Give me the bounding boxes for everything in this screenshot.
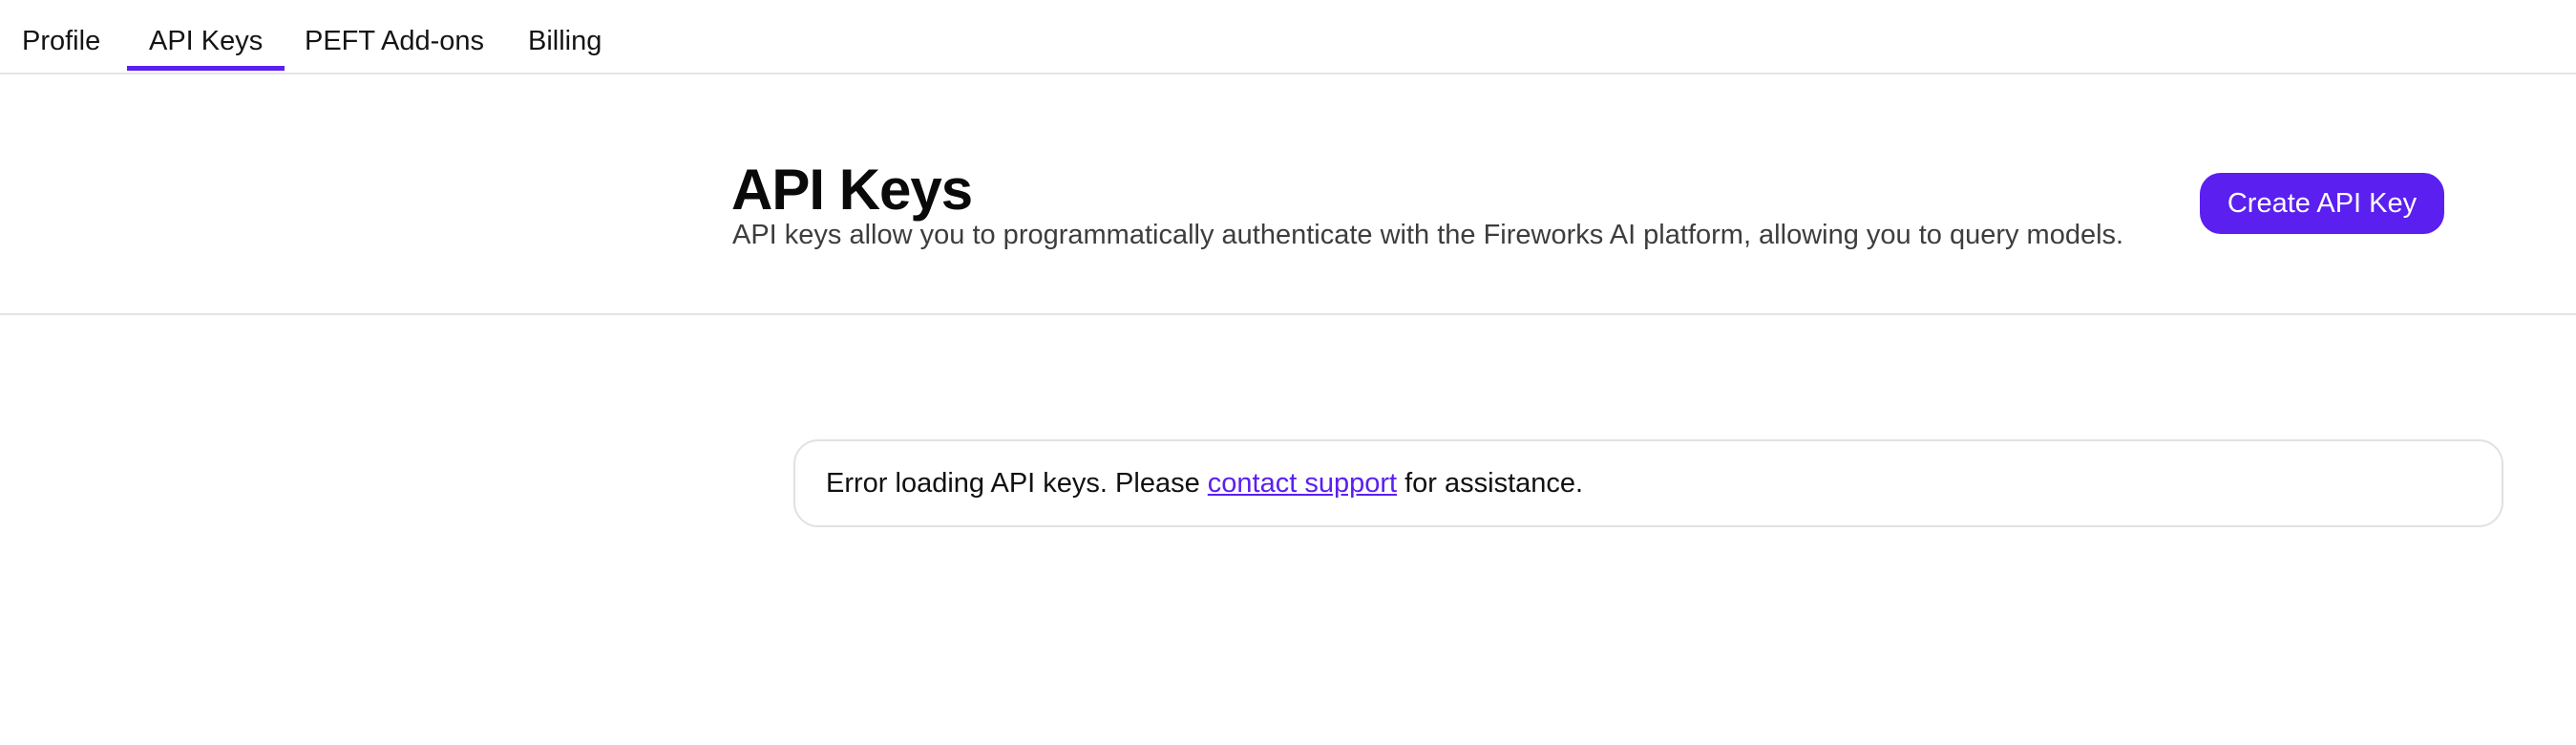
error-prefix: Error loading API keys. Please — [826, 468, 1208, 499]
tab-profile[interactable]: Profile — [0, 21, 122, 71]
tab-api-keys[interactable]: API Keys — [127, 21, 285, 71]
tab-label: Billing — [528, 26, 602, 56]
page-header: API Keys API keys allow you to programma… — [0, 74, 2576, 315]
create-api-key-button[interactable]: Create API Key — [2200, 173, 2444, 234]
contact-support-link[interactable]: contact support — [1208, 468, 1397, 499]
page-description: API keys allow you to programmatically a… — [732, 220, 2124, 250]
error-suffix: for assistance. — [1397, 468, 1584, 499]
tab-label: Profile — [22, 26, 101, 56]
error-message: Error loading API keys. Please contact s… — [826, 464, 1583, 502]
tab-billing[interactable]: Billing — [506, 21, 623, 71]
page-title: API Keys — [731, 158, 973, 222]
tab-label: API Keys — [149, 26, 264, 56]
settings-tab-bar: Profile API Keys PEFT Add-ons Billing — [0, 0, 2576, 74]
tab-label: PEFT Add-ons — [305, 26, 485, 56]
error-message-card: Error loading API keys. Please contact s… — [793, 439, 2503, 527]
tab-peft-add-ons[interactable]: PEFT Add-ons — [283, 21, 506, 71]
